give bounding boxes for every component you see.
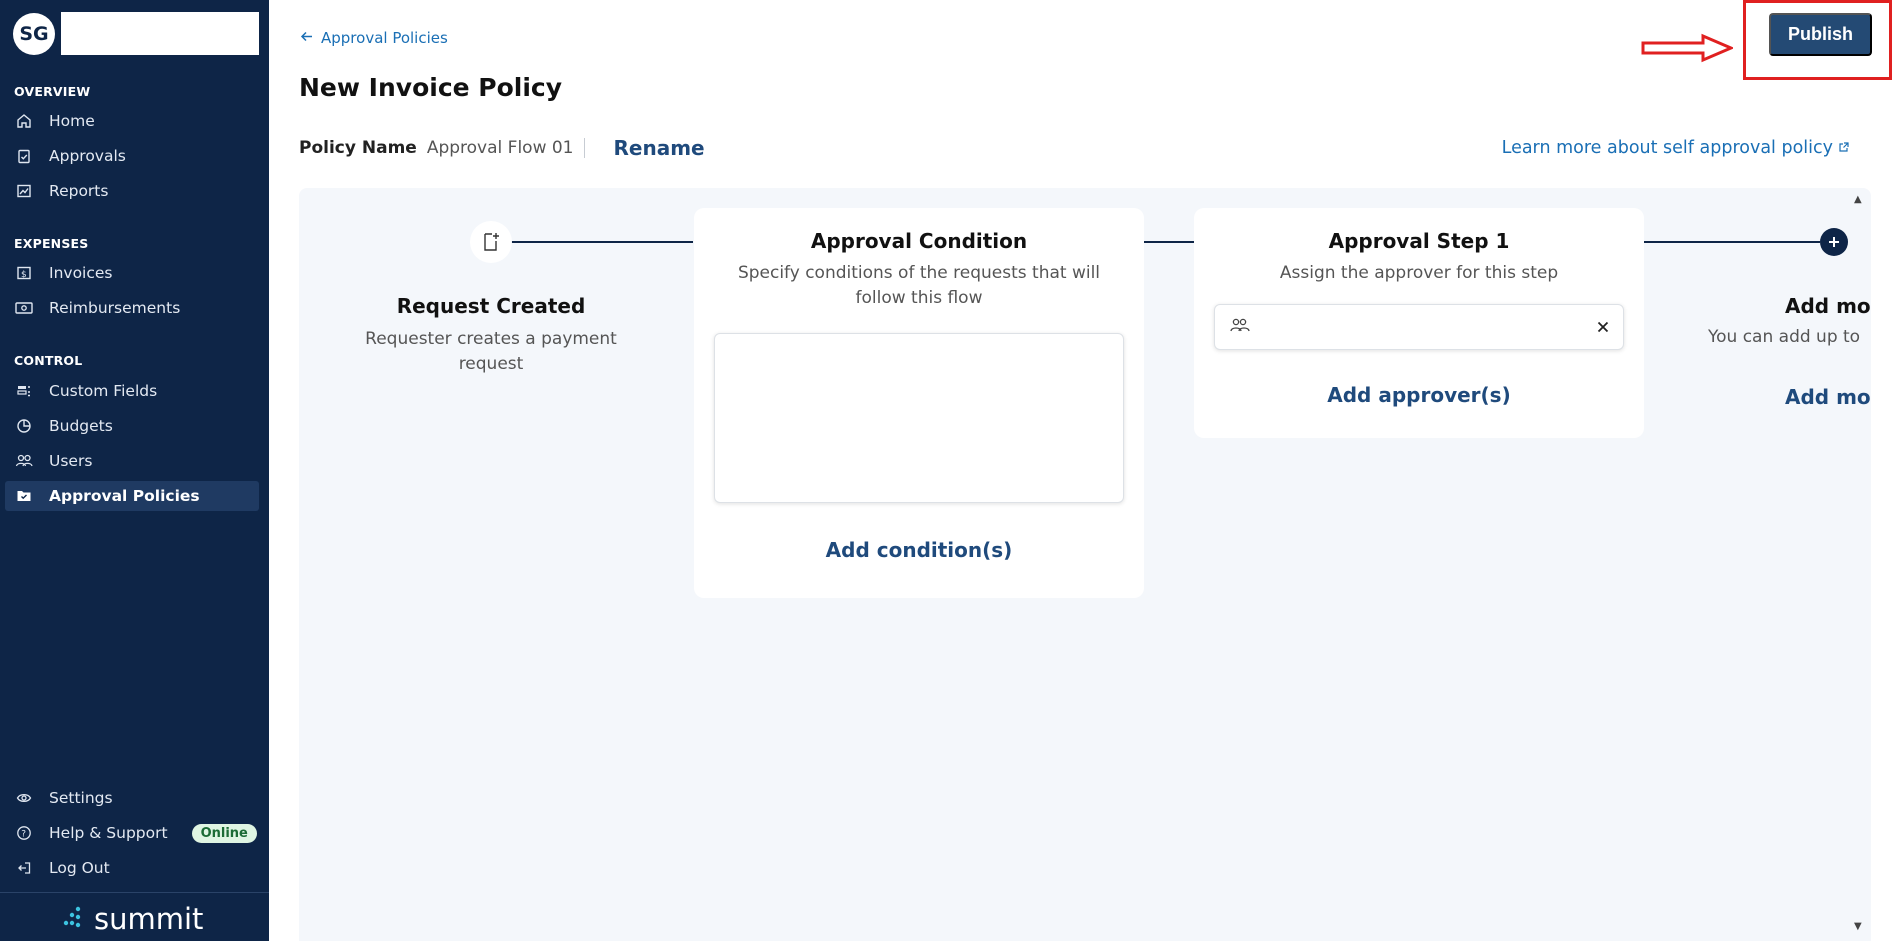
- sidebar-item-approval-policies[interactable]: Approval Policies: [5, 481, 259, 511]
- home-icon: [15, 112, 33, 130]
- approval-step-description: Assign the approver for this step: [1279, 263, 1559, 283]
- back-link-label: Approval Policies: [321, 29, 448, 47]
- connector-line: [511, 241, 693, 243]
- approval-condition-description: Specify conditions of the requests that …: [737, 263, 1101, 308]
- sidebar-item-home[interactable]: Home: [5, 106, 259, 136]
- arrow-left-icon: [300, 29, 313, 47]
- status-badge: Online: [191, 823, 257, 843]
- sidebar-item-label: Budgets: [49, 417, 113, 435]
- sidebar-item-log-out[interactable]: Log Out: [5, 853, 259, 883]
- avatar[interactable]: SG: [13, 12, 55, 55]
- sidebar-item-users[interactable]: Users: [5, 446, 259, 476]
- learn-more-label: Learn more about self approval policy: [1501, 138, 1833, 158]
- invoice-icon: $: [15, 264, 33, 282]
- users-icon: [1229, 317, 1251, 337]
- scroll-up-arrow-icon[interactable]: ▲: [1854, 194, 1862, 205]
- policy-name-label: Policy Name: [299, 138, 417, 158]
- publish-button[interactable]: Publish: [1769, 13, 1872, 56]
- sidebar-item-label: Settings: [49, 789, 113, 807]
- back-link[interactable]: Approval Policies: [300, 29, 448, 47]
- sidebar-item-label: Home: [49, 112, 95, 130]
- approver-field[interactable]: [1214, 304, 1624, 350]
- sidebar-item-settings[interactable]: Settings: [5, 783, 259, 813]
- sidebar-item-invoices[interactable]: $ Invoices: [5, 258, 259, 288]
- external-link-icon: [1838, 138, 1849, 158]
- add-more-description: You can add up to: [1708, 327, 1861, 347]
- add-condition-button[interactable]: Add condition(s): [694, 538, 1144, 562]
- flow-canvas[interactable]: Request Created Requester creates a paym…: [299, 188, 1871, 941]
- sidebar-item-reimbursements[interactable]: Reimbursements: [5, 293, 259, 323]
- clipboard-check-icon: [15, 147, 33, 165]
- sidebar-item-help-support[interactable]: ? Help & Support Online: [5, 818, 259, 848]
- pie-chart-icon: [15, 417, 33, 435]
- sidebar: SG OVERVIEW Home Approvals Reports EXPEN…: [0, 0, 269, 941]
- users-icon: [15, 452, 33, 470]
- sidebar-item-label: Reimbursements: [49, 299, 181, 317]
- logo-text: summit: [94, 902, 204, 936]
- add-more-button[interactable]: Add mo: [1785, 385, 1871, 409]
- close-icon[interactable]: [1597, 318, 1609, 337]
- sidebar-item-label: Approval Policies: [49, 487, 200, 505]
- sidebar-item-reports[interactable]: Reports: [5, 176, 259, 206]
- sidebar-item-budgets[interactable]: Budgets: [5, 411, 259, 441]
- policy-name-row: Policy Name Approval Flow 01 Rename: [299, 136, 705, 160]
- folder-check-icon: [15, 487, 33, 505]
- annotation-arrow-icon: [1641, 33, 1735, 67]
- add-approver-button[interactable]: Add approver(s): [1194, 383, 1644, 407]
- chart-icon: [15, 182, 33, 200]
- section-expenses: EXPENSES: [14, 236, 89, 251]
- approval-step-card: Approval Step 1 Assign the approver for …: [1194, 208, 1644, 438]
- sidebar-item-label: Reports: [49, 182, 109, 200]
- conditions-box[interactable]: [714, 333, 1124, 503]
- fields-icon: [15, 382, 33, 400]
- sidebar-item-label: Log Out: [49, 859, 110, 877]
- approval-condition-card: Approval Condition Specify conditions of…: [694, 208, 1144, 598]
- section-control: CONTROL: [14, 353, 83, 368]
- svg-text:$: $: [21, 270, 27, 280]
- approval-condition-title: Approval Condition: [810, 229, 1028, 253]
- org-name-box[interactable]: [61, 12, 259, 55]
- request-created-description: Requester creates a payment request: [365, 329, 617, 374]
- cash-icon: [15, 299, 33, 317]
- sidebar-item-label: Invoices: [49, 264, 113, 282]
- sidebar-item-label: Help & Support: [49, 824, 168, 842]
- sidebar-divider: [0, 892, 269, 893]
- plus-circle-icon[interactable]: [1820, 228, 1848, 256]
- add-more-title: Add mo: [1785, 294, 1871, 318]
- rename-button[interactable]: Rename: [614, 136, 705, 160]
- connector-line: [1644, 241, 1820, 243]
- request-created-title: Request Created: [396, 294, 586, 318]
- page-title: New Invoice Policy: [299, 73, 563, 102]
- sidebar-item-label: Custom Fields: [49, 382, 158, 400]
- summit-logo: summit: [60, 902, 203, 936]
- approval-step-title: Approval Step 1: [1328, 229, 1510, 253]
- learn-more-link[interactable]: Learn more about self approval policy: [1502, 138, 1849, 158]
- sidebar-item-approvals[interactable]: Approvals: [5, 141, 259, 171]
- org-switcher[interactable]: SG: [13, 12, 259, 55]
- sidebar-item-custom-fields[interactable]: Custom Fields: [5, 376, 259, 406]
- svg-text:?: ?: [21, 830, 26, 840]
- logout-icon: [15, 859, 33, 877]
- document-plus-icon: [470, 221, 512, 263]
- logo-dots-icon: [60, 902, 84, 936]
- help-circle-icon: ?: [15, 824, 33, 842]
- section-overview: OVERVIEW: [14, 84, 91, 99]
- scroll-down-arrow-icon[interactable]: ▼: [1854, 921, 1862, 932]
- sidebar-item-label: Users: [49, 452, 93, 470]
- eye-gear-icon: [15, 789, 33, 807]
- policy-name-value: Approval Flow 01: [427, 138, 585, 158]
- sidebar-item-label: Approvals: [49, 147, 126, 165]
- connector-line: [1144, 241, 1194, 243]
